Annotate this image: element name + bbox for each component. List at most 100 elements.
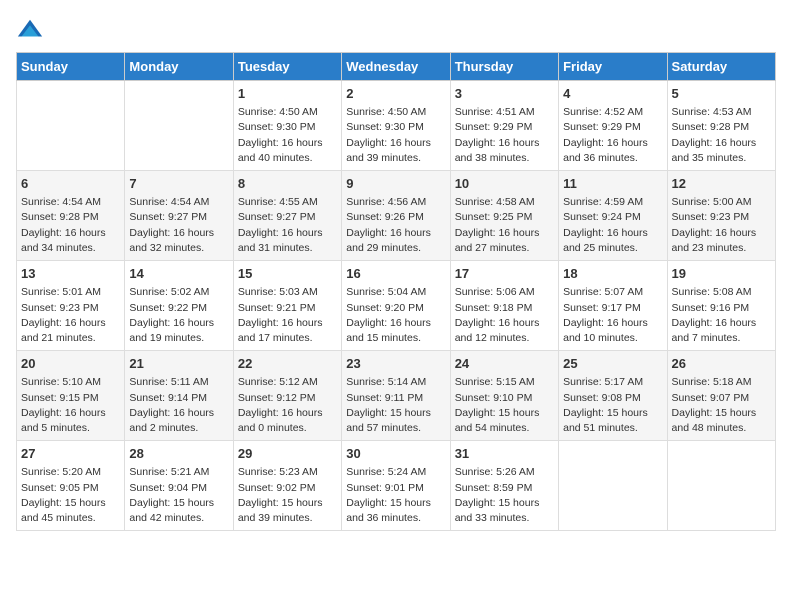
- day-info: Sunrise: 5:10 AM Sunset: 9:15 PM Dayligh…: [21, 375, 120, 436]
- day-number: 27: [21, 445, 120, 463]
- day-cell: 8 Sunrise: 4:55 AM Sunset: 9:27 PM Daylig…: [233, 171, 341, 261]
- header-saturday: Saturday: [667, 53, 775, 81]
- day-cell: 15 Sunrise: 5:03 AM Sunset: 9:21 PM Dayli…: [233, 261, 341, 351]
- day-number: 18: [563, 265, 662, 283]
- day-number: 31: [455, 445, 554, 463]
- day-cell: 12 Sunrise: 5:00 AM Sunset: 9:23 PM Dayli…: [667, 171, 775, 261]
- day-info: Sunrise: 5:11 AM Sunset: 9:14 PM Dayligh…: [129, 375, 228, 436]
- day-cell: 22 Sunrise: 5:12 AM Sunset: 9:12 PM Dayli…: [233, 351, 341, 441]
- day-cell: 1 Sunrise: 4:50 AM Sunset: 9:30 PM Daylig…: [233, 81, 341, 171]
- day-cell: 16 Sunrise: 5:04 AM Sunset: 9:20 PM Dayli…: [342, 261, 450, 351]
- day-cell: 14Sunrise: 5:02 AM Sunset: 9:22 PM Dayli…: [125, 261, 233, 351]
- day-info: Sunrise: 4:52 AM Sunset: 9:29 PM Dayligh…: [563, 105, 662, 166]
- day-number: 1: [238, 85, 337, 103]
- day-info: Sunrise: 5:00 AM Sunset: 9:23 PM Dayligh…: [672, 195, 771, 256]
- week-row-5: 27 Sunrise: 5:20 AM Sunset: 9:05 PM Dayli…: [17, 441, 776, 531]
- day-cell: 24 Sunrise: 5:15 AM Sunset: 9:10 PM Dayli…: [450, 351, 558, 441]
- day-info: Sunrise: 5:20 AM Sunset: 9:05 PM Dayligh…: [21, 465, 120, 526]
- day-number: 21: [129, 355, 228, 373]
- day-info: Sunrise: 5:15 AM Sunset: 9:10 PM Dayligh…: [455, 375, 554, 436]
- day-cell: 27 Sunrise: 5:20 AM Sunset: 9:05 PM Dayli…: [17, 441, 125, 531]
- calendar-header-row: SundayMondayTuesdayWednesdayThursdayFrid…: [17, 53, 776, 81]
- day-number: 29: [238, 445, 337, 463]
- day-info: Sunrise: 5:14 AM Sunset: 9:11 PM Dayligh…: [346, 375, 445, 436]
- header-monday: Monday: [125, 53, 233, 81]
- day-cell: 7 Sunrise: 4:54 AM Sunset: 9:27 PM Daylig…: [125, 171, 233, 261]
- day-cell: [17, 81, 125, 171]
- day-cell: [125, 81, 233, 171]
- day-info: Sunrise: 5:03 AM Sunset: 9:21 PM Dayligh…: [238, 285, 337, 346]
- day-number: 9: [346, 175, 445, 193]
- day-cell: 9 Sunrise: 4:56 AM Sunset: 9:26 PM Daylig…: [342, 171, 450, 261]
- day-number: 30: [346, 445, 445, 463]
- day-number: 28: [129, 445, 228, 463]
- day-info: Sunrise: 4:50 AM Sunset: 9:30 PM Dayligh…: [346, 105, 445, 166]
- day-info: Sunrise: 5:12 AM Sunset: 9:12 PM Dayligh…: [238, 375, 337, 436]
- day-cell: 11 Sunrise: 4:59 AM Sunset: 9:24 PM Dayli…: [559, 171, 667, 261]
- day-number: 2: [346, 85, 445, 103]
- logo-icon: [16, 16, 44, 44]
- logo: [16, 16, 48, 44]
- day-info: Sunrise: 5:18 AM Sunset: 9:07 PM Dayligh…: [672, 375, 771, 436]
- day-info: Sunrise: 5:07 AM Sunset: 9:17 PM Dayligh…: [563, 285, 662, 346]
- week-row-3: 13Sunrise: 5:01 AM Sunset: 9:23 PM Dayli…: [17, 261, 776, 351]
- day-number: 22: [238, 355, 337, 373]
- day-cell: 6Sunrise: 4:54 AM Sunset: 9:28 PM Daylig…: [17, 171, 125, 261]
- day-number: 10: [455, 175, 554, 193]
- day-number: 19: [672, 265, 771, 283]
- day-cell: [559, 441, 667, 531]
- header-thursday: Thursday: [450, 53, 558, 81]
- day-number: 13: [21, 265, 120, 283]
- page-header: [16, 16, 776, 44]
- day-info: Sunrise: 4:59 AM Sunset: 9:24 PM Dayligh…: [563, 195, 662, 256]
- day-cell: 20 Sunrise: 5:10 AM Sunset: 9:15 PM Dayli…: [17, 351, 125, 441]
- header-wednesday: Wednesday: [342, 53, 450, 81]
- day-cell: 2 Sunrise: 4:50 AM Sunset: 9:30 PM Daylig…: [342, 81, 450, 171]
- day-number: 24: [455, 355, 554, 373]
- week-row-4: 20 Sunrise: 5:10 AM Sunset: 9:15 PM Dayli…: [17, 351, 776, 441]
- day-cell: 25Sunrise: 5:17 AM Sunset: 9:08 PM Dayli…: [559, 351, 667, 441]
- week-row-1: 1 Sunrise: 4:50 AM Sunset: 9:30 PM Daylig…: [17, 81, 776, 171]
- day-number: 20: [21, 355, 120, 373]
- day-number: 11: [563, 175, 662, 193]
- header-friday: Friday: [559, 53, 667, 81]
- day-info: Sunrise: 4:55 AM Sunset: 9:27 PM Dayligh…: [238, 195, 337, 256]
- day-number: 7: [129, 175, 228, 193]
- day-info: Sunrise: 5:24 AM Sunset: 9:01 PM Dayligh…: [346, 465, 445, 526]
- day-info: Sunrise: 4:56 AM Sunset: 9:26 PM Dayligh…: [346, 195, 445, 256]
- day-info: Sunrise: 4:51 AM Sunset: 9:29 PM Dayligh…: [455, 105, 554, 166]
- week-row-2: 6Sunrise: 4:54 AM Sunset: 9:28 PM Daylig…: [17, 171, 776, 261]
- day-cell: 18 Sunrise: 5:07 AM Sunset: 9:17 PM Dayli…: [559, 261, 667, 351]
- day-number: 8: [238, 175, 337, 193]
- day-info: Sunrise: 5:08 AM Sunset: 9:16 PM Dayligh…: [672, 285, 771, 346]
- calendar-table: SundayMondayTuesdayWednesdayThursdayFrid…: [16, 52, 776, 531]
- day-number: 23: [346, 355, 445, 373]
- day-cell: 19 Sunrise: 5:08 AM Sunset: 9:16 PM Dayli…: [667, 261, 775, 351]
- header-sunday: Sunday: [17, 53, 125, 81]
- day-info: Sunrise: 5:23 AM Sunset: 9:02 PM Dayligh…: [238, 465, 337, 526]
- day-cell: 3Sunrise: 4:51 AM Sunset: 9:29 PM Daylig…: [450, 81, 558, 171]
- day-cell: 29 Sunrise: 5:23 AM Sunset: 9:02 PM Dayli…: [233, 441, 341, 531]
- day-cell: 13Sunrise: 5:01 AM Sunset: 9:23 PM Dayli…: [17, 261, 125, 351]
- day-number: 25: [563, 355, 662, 373]
- day-info: Sunrise: 5:04 AM Sunset: 9:20 PM Dayligh…: [346, 285, 445, 346]
- header-tuesday: Tuesday: [233, 53, 341, 81]
- day-info: Sunrise: 4:50 AM Sunset: 9:30 PM Dayligh…: [238, 105, 337, 166]
- day-info: Sunrise: 4:54 AM Sunset: 9:28 PM Dayligh…: [21, 195, 120, 256]
- day-number: 15: [238, 265, 337, 283]
- day-cell: 10 Sunrise: 4:58 AM Sunset: 9:25 PM Dayli…: [450, 171, 558, 261]
- day-info: Sunrise: 4:54 AM Sunset: 9:27 PM Dayligh…: [129, 195, 228, 256]
- day-cell: 21 Sunrise: 5:11 AM Sunset: 9:14 PM Dayli…: [125, 351, 233, 441]
- day-cell: 26 Sunrise: 5:18 AM Sunset: 9:07 PM Dayli…: [667, 351, 775, 441]
- day-number: 26: [672, 355, 771, 373]
- day-cell: 4 Sunrise: 4:52 AM Sunset: 9:29 PM Daylig…: [559, 81, 667, 171]
- day-info: Sunrise: 4:58 AM Sunset: 9:25 PM Dayligh…: [455, 195, 554, 256]
- day-info: Sunrise: 5:02 AM Sunset: 9:22 PM Dayligh…: [129, 285, 228, 346]
- day-cell: 31 Sunrise: 5:26 AM Sunset: 8:59 PM Dayli…: [450, 441, 558, 531]
- day-number: 4: [563, 85, 662, 103]
- day-number: 16: [346, 265, 445, 283]
- day-cell: 17Sunrise: 5:06 AM Sunset: 9:18 PM Dayli…: [450, 261, 558, 351]
- day-number: 12: [672, 175, 771, 193]
- day-info: Sunrise: 5:26 AM Sunset: 8:59 PM Dayligh…: [455, 465, 554, 526]
- day-cell: 30 Sunrise: 5:24 AM Sunset: 9:01 PM Dayli…: [342, 441, 450, 531]
